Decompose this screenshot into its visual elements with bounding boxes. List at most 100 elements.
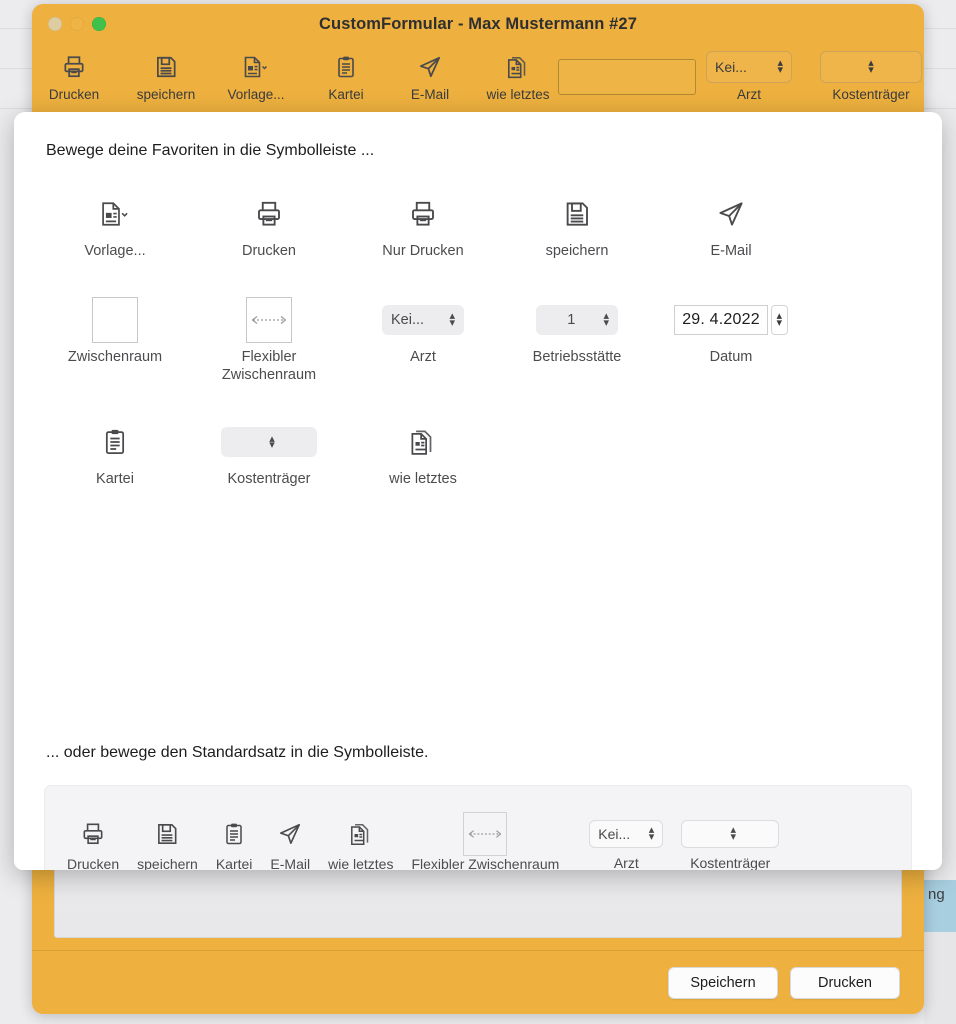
popup-button-icon: Kei... ▴ ▾ <box>589 816 664 852</box>
default-set-heading: ... oder bewege den Standardsatz in die … <box>46 744 429 761</box>
chevron-updown-icon: ▴ ▾ <box>269 432 275 452</box>
minimize-button-icon[interactable] <box>70 17 84 31</box>
window-bottom-bar: Speichern Drucken <box>32 950 924 1014</box>
printer-icon <box>408 192 438 236</box>
drucken-button[interactable]: Drucken <box>790 966 900 999</box>
default-item-label: wie letztes <box>328 855 394 871</box>
favorite-item-label: Drucken <box>242 243 296 259</box>
favorite-item-email[interactable]: E-Mail <box>654 182 808 260</box>
favorites-row: Zwischenraum Flexibler Zwischenraum Kei.… <box>38 288 918 384</box>
stepper-icon: 1 ▴ ▾ <box>536 298 618 342</box>
popup-button-icon: Kei... ▴ ▾ <box>382 298 464 342</box>
chevron-updown-icon: ▴ ▾ <box>868 57 874 76</box>
floppy-disk-icon <box>562 192 592 236</box>
toolbar-item-email[interactable]: E-Mail <box>382 48 478 102</box>
default-item-kartei[interactable]: Kartei <box>215 815 253 871</box>
close-button-icon[interactable] <box>48 17 62 31</box>
default-item-label: Arzt <box>613 854 639 871</box>
clipboard-icon <box>101 420 129 464</box>
document-stack-icon <box>505 48 531 86</box>
default-item-wie-letztes[interactable]: wie letztes <box>328 815 394 871</box>
favorite-item-label: speichern <box>545 243 609 259</box>
flexible-spacer-icon <box>463 811 508 856</box>
betriebsstaette-value: 1 <box>567 312 576 329</box>
arzt-popup-value: Kei... <box>391 312 425 329</box>
default-item-drucken[interactable]: Drucken <box>67 815 119 870</box>
default-item-label: E-Mail <box>270 855 311 871</box>
printer-icon <box>61 48 87 86</box>
toolbar-item-kostentraeger[interactable]: ▴ ▾ Kostenträger <box>806 48 924 102</box>
favorite-item-vorlage[interactable]: Vorlage... <box>38 182 192 260</box>
favorites-row: Kartei ▴ ▾ Kostenträger wie letztes <box>38 410 918 488</box>
toolbar-item-label: Arzt <box>736 87 761 102</box>
document-stack-icon <box>348 815 374 853</box>
arzt-popup-button[interactable]: Kei... ▴ ▾ <box>589 819 664 848</box>
favorite-item-label: Nur Drucken <box>382 243 464 259</box>
popup-button-icon: ▴ ▾ <box>221 420 317 464</box>
floppy-disk-icon <box>154 815 180 853</box>
favorite-item-kostentraeger[interactable]: ▴ ▾ Kostenträger <box>192 410 346 488</box>
default-item-label: Kartei <box>215 855 253 871</box>
favorite-item-label: Datum <box>709 349 753 366</box>
favorite-item-speichern[interactable]: speichern <box>500 182 654 260</box>
toolbar-item-label: Vorlage... <box>227 87 285 102</box>
toolbar-item-wie-letztes[interactable]: wie letztes <box>470 48 566 102</box>
favorites-heading: Bewege deine Favoriten in die Symbolleis… <box>46 142 375 159</box>
favorite-item-label: Kostenträger <box>227 471 311 488</box>
favorite-item-label: Zwischenraum <box>67 349 163 366</box>
default-item-flexibler-zwischenraum[interactable]: Flexibler Zwischenraum <box>411 811 559 870</box>
toolbar-item-speichern[interactable]: speichern <box>118 48 214 102</box>
favorite-item-kartei[interactable]: Kartei <box>38 410 192 488</box>
speichern-button[interactable]: Speichern <box>668 966 778 999</box>
favorites-grid: Vorlage... Drucken Nur Drucken speichern… <box>14 182 942 489</box>
traffic-lights[interactable] <box>48 17 106 31</box>
toolbar-item-vorlage[interactable]: Vorlage... <box>208 48 304 102</box>
betriebsstaette-stepper[interactable]: 1 ▴ ▾ <box>536 305 618 336</box>
favorite-item-label: wie letztes <box>389 471 457 488</box>
chevron-updown-icon: ▴ ▾ <box>449 310 455 330</box>
favorite-item-arzt[interactable]: Kei... ▴ ▾ Arzt <box>346 288 500 384</box>
flexible-spacer-icon <box>246 297 292 344</box>
paper-plane-icon <box>417 48 443 86</box>
app-toolbar: Drucken speichern Vorlage... Kartei E-Ma… <box>32 44 924 116</box>
kostentraeger-popup-button[interactable]: ▴ ▾ <box>820 51 922 83</box>
spacer-box-icon <box>92 297 138 344</box>
arzt-popup-value: Kei... <box>715 59 747 75</box>
kostentraeger-popup-button[interactable]: ▴ ▾ <box>221 427 317 458</box>
toolbar-item-label: Drucken <box>48 87 100 102</box>
arzt-popup-button[interactable]: Kei... ▴ ▾ <box>706 51 792 83</box>
toolbar-item-arzt[interactable]: Kei... ▴ ▾ Arzt <box>694 48 804 102</box>
favorite-item-wie-letztes[interactable]: wie letztes <box>346 410 500 488</box>
favorite-item-flexibler-zwischenraum[interactable]: Flexibler Zwischenraum <box>192 288 346 384</box>
clipboard-icon <box>222 815 246 853</box>
favorite-item-drucken[interactable]: Drucken <box>192 182 346 260</box>
arzt-popup-button[interactable]: Kei... ▴ ▾ <box>382 305 464 336</box>
chevron-updown-icon: ▴ ▾ <box>603 310 609 330</box>
favorite-item-label: Arzt <box>410 349 436 366</box>
favorite-item-nur-drucken[interactable]: Nur Drucken <box>346 182 500 260</box>
toolbar-item-label: Kostenträger <box>832 87 910 102</box>
datum-stepper[interactable]: ▴ ▾ <box>770 305 788 336</box>
favorite-item-label: Kartei <box>96 471 134 488</box>
toolbar-item-kartei[interactable]: Kartei <box>298 48 394 102</box>
default-item-kostentraeger[interactable]: ▴ ▾ Kostenträger <box>681 816 780 870</box>
default-item-speichern[interactable]: speichern <box>137 815 198 870</box>
datum-field[interactable]: 29. 4.2022 <box>674 305 768 336</box>
window-titlebar: CustomFormular - Max Mustermann #27 <box>32 4 924 44</box>
printer-icon <box>80 815 106 853</box>
default-item-email[interactable]: E-Mail <box>270 815 311 871</box>
kostentraeger-popup-button[interactable]: ▴ ▾ <box>681 819 780 848</box>
document-stack-icon <box>408 420 438 464</box>
document-card-icon <box>98 192 132 236</box>
customize-toolbar-sheet: Bewege deine Favoriten in die Symbolleis… <box>14 112 942 870</box>
favorite-item-zwischenraum[interactable]: Zwischenraum <box>38 288 192 384</box>
favorite-item-betriebsstaette[interactable]: 1 ▴ ▾ Betriebsstätte <box>500 288 654 384</box>
default-set-tray[interactable]: Drucken speichern Kartei E-Mail wie letz… <box>44 785 912 870</box>
toolbar-item-drucken[interactable]: Drucken <box>32 48 122 102</box>
favorite-item-datum[interactable]: 29. 4.2022 ▴ ▾ Datum <box>654 288 808 384</box>
background-blue-panel: ng <box>924 880 956 932</box>
toolbar-text-field[interactable] <box>558 59 696 95</box>
date-stepper-icon: 29. 4.2022 ▴ ▾ <box>674 298 788 342</box>
zoom-button-icon[interactable] <box>92 17 106 31</box>
default-item-arzt[interactable]: Kei... ▴ ▾ Arzt <box>589 816 664 871</box>
